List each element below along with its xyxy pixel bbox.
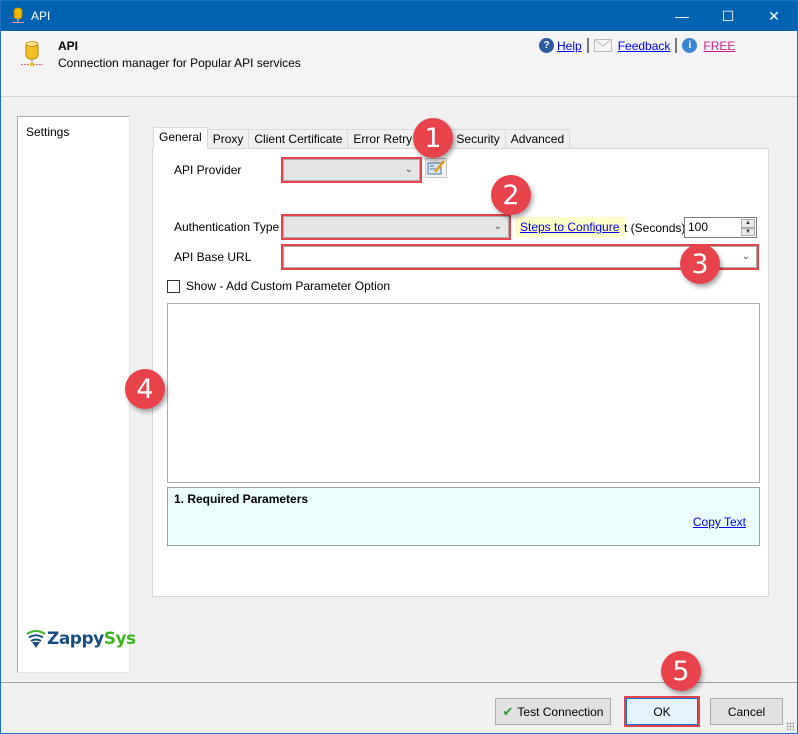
edit-provider-button[interactable] [425,158,447,178]
custom-parameter-option[interactable]: Show - Add Custom Parameter Option [167,279,390,293]
database-connection-icon [21,41,43,66]
link-separator [586,38,589,53]
annotation-badge-1: 1 [413,118,453,158]
resize-grip[interactable] [786,722,794,730]
maximize-icon: ☐ [721,7,735,24]
ok-button[interactable]: OK [624,696,700,727]
custom-parameter-checkbox[interactable] [167,279,180,293]
auth-type-label: Authentication Type [174,220,280,234]
chevron-down-icon: ⌄ [741,251,750,262]
chevron-down-icon: ⌄ [493,221,502,232]
cancel-label: Cancel [727,704,766,719]
steps-to-configure-link[interactable]: Steps to Configure [515,217,625,237]
help-icon: ? [539,38,554,53]
test-connection-label: Test Connection [517,704,604,719]
required-parameters-title: 1. Required Parameters [174,492,309,506]
database-icon [12,7,24,23]
header-title: API [58,39,79,53]
annotation-badge-4: 4 [125,369,165,409]
settings-panel: Settings Zappy Sys [17,116,136,673]
api-provider-dropdown[interactable]: ⌄ [281,157,422,183]
api-provider-label: API Provider [174,163,242,177]
tab-proxy[interactable]: Proxy [206,129,250,149]
title-bar: API — ☐ ✕ [1,1,797,31]
spinner-buttons: ▲ ▼ [741,219,755,236]
parameter-grid[interactable] [167,303,760,483]
info-icon: i [682,38,698,53]
dialog-header: API Connection manager for Popular API s… [1,31,797,97]
tab-advanced[interactable]: Advanced [504,129,571,149]
maximize-button[interactable]: ☐ [705,1,751,31]
dialog-window: API — ☐ ✕ API Connection manager for Pop… [0,0,798,734]
required-parameters-box: 1. Required Parameters Copy Text [167,487,760,546]
window-title: API [31,9,51,23]
tab-strip: General Proxy Client Certificate Error R… [153,127,571,149]
header-subtitle: Connection manager for Popular API servi… [58,56,301,70]
custom-parameter-label: Show - Add Custom Parameter Option [186,279,391,293]
logo-text-sys: Sys [103,629,136,649]
timeout-label: t (Seconds) [624,221,686,235]
chevron-down-icon: ⌄ [404,164,413,175]
cancel-button[interactable]: Cancel [710,698,783,725]
minimize-button[interactable]: — [659,1,705,31]
free-link[interactable]: FREE [703,39,735,53]
tab-client-certificate[interactable]: Client Certificate [248,129,349,149]
checkmark-icon: ✔ [502,703,514,719]
settings-nav-item[interactable]: Settings [26,125,69,139]
minimize-icon: — [675,8,689,24]
annotation-badge-2: 2 [491,175,531,215]
timeout-value: 100 [688,220,709,234]
spin-up-icon[interactable]: ▲ [741,219,755,228]
api-base-url-label: API Base URL [174,250,252,264]
link-separator [675,38,678,53]
wifi-logo-icon [26,630,46,648]
ok-label: OK [653,704,671,719]
edit-icon [427,160,445,175]
logo-text-zappy: Zappy [47,629,104,649]
copy-text-link[interactable]: Copy Text [693,515,746,529]
close-icon: ✕ [768,7,780,24]
close-button[interactable]: ✕ [751,1,797,31]
tab-general[interactable]: General [153,127,208,149]
zappysys-logo: Zappy Sys [25,629,136,649]
tab-security[interactable]: Security [450,129,506,149]
annotation-badge-5: 5 [661,651,701,691]
auth-type-dropdown[interactable]: ⌄ [281,214,511,240]
mail-icon [593,39,612,52]
spin-down-icon[interactable]: ▼ [741,227,755,236]
help-link[interactable]: Help [557,39,582,53]
feedback-link[interactable]: Feedback [618,39,671,53]
test-connection-button[interactable]: ✔ Test Connection [495,698,611,725]
annotation-badge-3: 3 [680,244,720,284]
timeout-spinner[interactable]: 100 ▲ ▼ [684,217,757,238]
header-links: ? Help Feedback i FREE [539,38,735,53]
